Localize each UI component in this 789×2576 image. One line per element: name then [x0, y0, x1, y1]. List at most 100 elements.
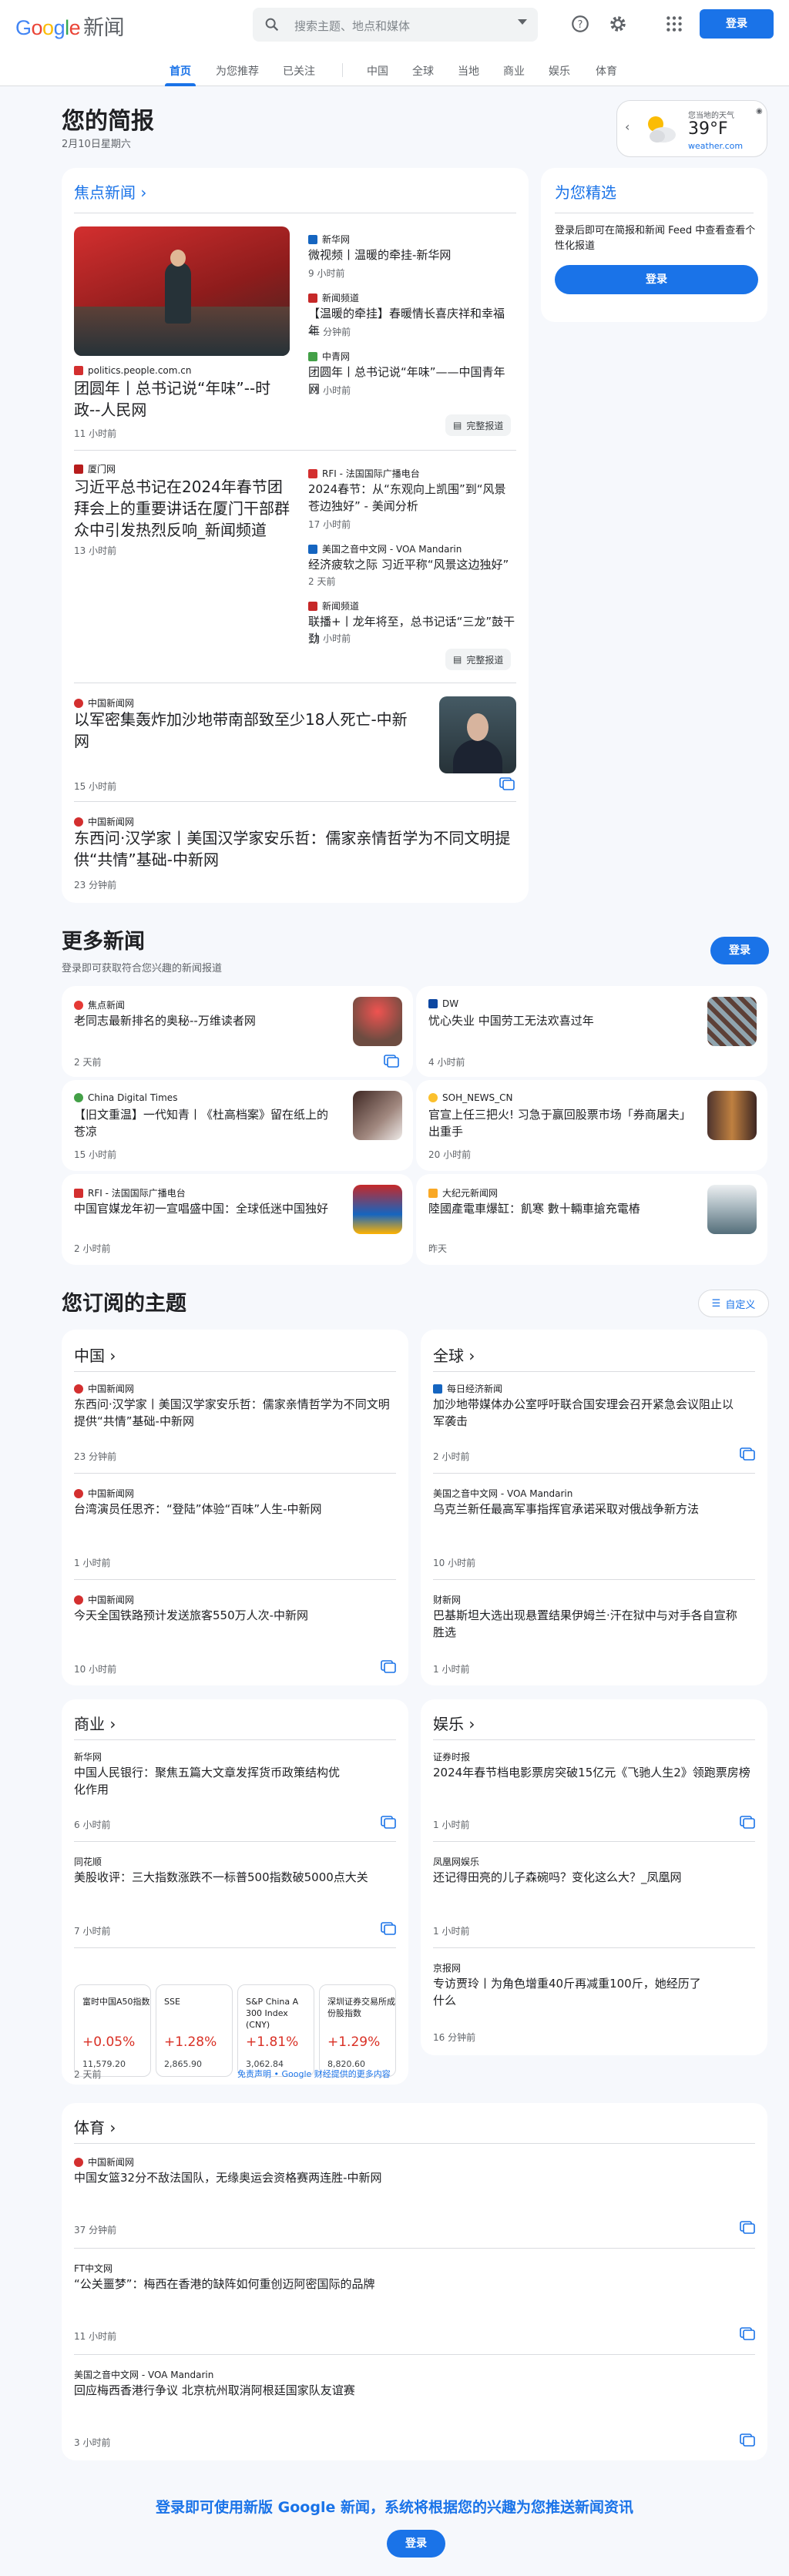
- top-stories-heading[interactable]: 焦点新闻 ›: [74, 180, 146, 203]
- story-headline[interactable]: 2024年春节档电影票房突破15亿元《飞驰人生2》领跑票房榜: [433, 1764, 757, 1781]
- story-headline[interactable]: 东西问·汉学家丨美国汉学家安乐哲：儒家亲情哲学为不同文明提供“共情”基础-中新网: [74, 827, 516, 870]
- help-icon[interactable]: ?: [570, 14, 590, 34]
- story-headline[interactable]: “公关噩梦”：梅西在香港的缺阵如何重创迈阿密国际的品牌: [74, 2276, 737, 2293]
- settings-gear-icon[interactable]: [608, 14, 628, 34]
- full-coverage-icon[interactable]: [740, 2433, 755, 2447]
- story-thumbnail[interactable]: [707, 1185, 757, 1234]
- full-coverage-icon[interactable]: [740, 1447, 755, 1461]
- related-headline[interactable]: 2024春节：从“东观向上凯围”到“风景苍边独好” - 美闻分析: [308, 481, 510, 515]
- related-source[interactable]: 美国之音中文网 - VOA Mandarin: [308, 542, 462, 555]
- related-headline[interactable]: 微视频丨温暖的牵挂-新华网: [308, 247, 509, 263]
- tab-local[interactable]: 当地: [458, 63, 479, 79]
- related-source[interactable]: RFI - 法国国际广播电台: [308, 467, 420, 480]
- story-headline[interactable]: 中国人民银行：聚焦五篇大文章发挥货币政策结构优化作用: [74, 1764, 344, 1798]
- chevron-left-icon[interactable]: ‹: [625, 119, 630, 134]
- story-source[interactable]: 财新网: [433, 1593, 461, 1606]
- story-thumbnail[interactable]: [353, 997, 402, 1046]
- related-source[interactable]: 中青网: [308, 350, 350, 363]
- weather-widget[interactable]: ‹ 您当地的天气 39°F weather.com ◉: [616, 100, 767, 157]
- topic-heading-business[interactable]: 商业 ›: [74, 1712, 116, 1734]
- story-source[interactable]: 证券时报: [433, 1750, 470, 1763]
- story-source[interactable]: 新华网: [74, 1750, 102, 1763]
- header-login-button[interactable]: 登录: [700, 9, 774, 39]
- tab-home[interactable]: 首页: [170, 63, 191, 79]
- full-coverage-icon[interactable]: [384, 1054, 399, 1068]
- full-coverage-button[interactable]: ▤ 完整报道: [445, 414, 512, 436]
- story-source[interactable]: 凤凰网娱乐: [433, 1855, 479, 1868]
- story-thumbnail[interactable]: [353, 1091, 402, 1140]
- story-headline[interactable]: 官宣上任三把火! 习急于赢回股票市场「券商屠夫」出重手: [428, 1106, 690, 1140]
- customize-button[interactable]: ☰ 自定义: [698, 1290, 769, 1317]
- tab-world[interactable]: 全球: [412, 63, 434, 79]
- related-headline[interactable]: 经济疲软之际 习近平称“风景这边独好”: [308, 556, 516, 573]
- stock-card[interactable]: 深圳证券交易所成份股指数 +1.29% 8,820.60: [319, 1984, 396, 2077]
- full-coverage-button[interactable]: ▤ 完整报道: [445, 649, 512, 670]
- story-thumbnail[interactable]: [707, 1091, 757, 1140]
- story-source[interactable]: FT中文网: [74, 2262, 112, 2275]
- full-coverage-icon[interactable]: [381, 1659, 396, 1673]
- stock-card[interactable]: 富时中国A50指数 +0.05% 11,579.20: [74, 1984, 151, 2077]
- weather-source[interactable]: weather.com: [688, 141, 743, 151]
- story-headline[interactable]: 台湾演员任思齐：“登陆”体验“百味”人生-中新网: [74, 1501, 398, 1518]
- apps-grid-icon[interactable]: [664, 14, 684, 34]
- story-headline[interactable]: 中国女篮32分不敌法国队，无缘奥运会资格赛两连胜-中新网: [74, 2169, 737, 2186]
- stock-card[interactable]: SSE +1.28% 2,865.90: [156, 1984, 233, 2077]
- topic-heading-entertainment[interactable]: 娱乐 ›: [433, 1712, 475, 1734]
- story-source[interactable]: 美国之音中文网 - VOA Mandarin: [74, 2368, 213, 2381]
- xi-crowd-photo[interactable]: [74, 226, 290, 356]
- story-headline[interactable]: 团圆年丨总书记说“年味”--时政--人民网: [74, 377, 290, 421]
- story-headline[interactable]: 东西问·汉学家丨美国汉学家安乐哲：儒家亲情哲学为不同文明提供“共情”基础-中新网: [74, 1396, 398, 1430]
- tab-following[interactable]: 已关注: [283, 63, 315, 79]
- blinken-photo[interactable]: [439, 696, 516, 773]
- full-coverage-icon[interactable]: [740, 2326, 755, 2340]
- google-news-logo[interactable]: Google 新闻: [15, 11, 125, 41]
- full-coverage-icon[interactable]: [740, 1815, 755, 1829]
- tab-china[interactable]: 中国: [367, 63, 388, 79]
- story-source[interactable]: 中国新闻网: [74, 1593, 134, 1606]
- more-news-login-button[interactable]: 登录: [710, 937, 769, 964]
- story-headline[interactable]: 【旧文重温】一代知青丨《杜高档案》留在纸上的苍凉: [74, 1106, 336, 1140]
- tab-entertainment[interactable]: 娱乐: [549, 63, 570, 79]
- story-headline[interactable]: 还记得田亮的儿子森碗吗？变化这么大？_凤凰网: [433, 1869, 757, 1886]
- story-source[interactable]: 京报网: [433, 1961, 461, 1974]
- tab-business[interactable]: 商业: [503, 63, 525, 79]
- story-headline[interactable]: 习近平总书记在2024年春节团拜会上的重要讲话在厦门干部群众中引发热烈反响_新闻…: [74, 476, 290, 541]
- related-source[interactable]: 新华网: [308, 233, 350, 246]
- story-headline[interactable]: 美股收评：三大指数涨跌不一标普500指数破5000点大关: [74, 1869, 398, 1886]
- stock-card[interactable]: S&P China A 300 Index (CNY) +1.81% 3,062.8…: [237, 1984, 314, 2077]
- related-source[interactable]: 新闻频道: [308, 599, 359, 612]
- story-headline[interactable]: 专访贾玲丨为角色增重40斤再减重100斤，她经历了什么: [433, 1975, 710, 2009]
- footer-login-button[interactable]: 登录: [387, 2530, 445, 2558]
- story-headline[interactable]: 今天全国铁路预计发送旅客550万人次-中新网: [74, 1607, 398, 1624]
- story-thumbnail[interactable]: [707, 997, 757, 1046]
- story-source[interactable]: 厦门网: [74, 462, 116, 475]
- story-headline[interactable]: 老同志最新排名的奥秘--万维读者网: [74, 1012, 336, 1029]
- story-headline[interactable]: 回应梅西香港行争议 北京杭州取消阿根廷国家队友谊赛: [74, 2382, 737, 2399]
- tab-for-you[interactable]: 为您推荐: [216, 63, 259, 79]
- topic-heading-sports[interactable]: 体育 ›: [74, 2115, 116, 2138]
- story-source[interactable]: 同花顺: [74, 1855, 102, 1868]
- story-headline[interactable]: 忧心失业 中国劳工无法欢喜过年: [428, 1012, 690, 1029]
- story-headline[interactable]: 陸國產電車爆缸：飢寒 數十輛車搶充電樁: [428, 1200, 690, 1217]
- story-source[interactable]: 中国新闻网: [74, 2155, 134, 2168]
- full-coverage-icon[interactable]: [740, 2220, 755, 2234]
- story-thumbnail[interactable]: [353, 1185, 402, 1234]
- search-options-chevron-icon[interactable]: [518, 19, 527, 25]
- story-source[interactable]: politics.people.com.cn: [74, 365, 191, 376]
- full-coverage-icon[interactable]: [381, 1921, 396, 1935]
- story-headline[interactable]: 加沙地带媒体办公室呼吁联合国安理会召开紧急会议阻止以军袭击: [433, 1396, 741, 1430]
- story-headline[interactable]: 乌克兰新任最高军事指挥官承诺采取对俄战争新方法: [433, 1501, 741, 1518]
- full-coverage-icon[interactable]: [381, 1815, 396, 1829]
- for-you-login-button[interactable]: 登录: [555, 265, 758, 294]
- story-source[interactable]: 中国新闻网: [74, 696, 134, 709]
- story-headline[interactable]: 以军密集轰炸加沙地带南部致至少18人死亡-中新网: [74, 709, 413, 752]
- weather-expand-icon[interactable]: ◉: [756, 107, 763, 116]
- story-headline[interactable]: 巴基斯坦大选出现悬置结果伊姆兰·汗在狱中与对手各自宣称胜选: [433, 1607, 741, 1641]
- related-source[interactable]: 新闻频道: [308, 291, 359, 304]
- topic-heading-china[interactable]: 中国 ›: [74, 1343, 116, 1366]
- finance-disclaimer-link[interactable]: 免责声明 • Google 财经提供的更多内容: [237, 2068, 391, 2080]
- story-source[interactable]: 中国新闻网: [74, 1487, 134, 1500]
- story-source[interactable]: 每日经济新闻: [433, 1382, 502, 1395]
- story-headline[interactable]: 中国官媒龙年初一宣唱盛中国：全球低迷中国独好: [74, 1200, 336, 1217]
- search-bar[interactable]: 搜索主题、地点和媒体: [253, 8, 538, 42]
